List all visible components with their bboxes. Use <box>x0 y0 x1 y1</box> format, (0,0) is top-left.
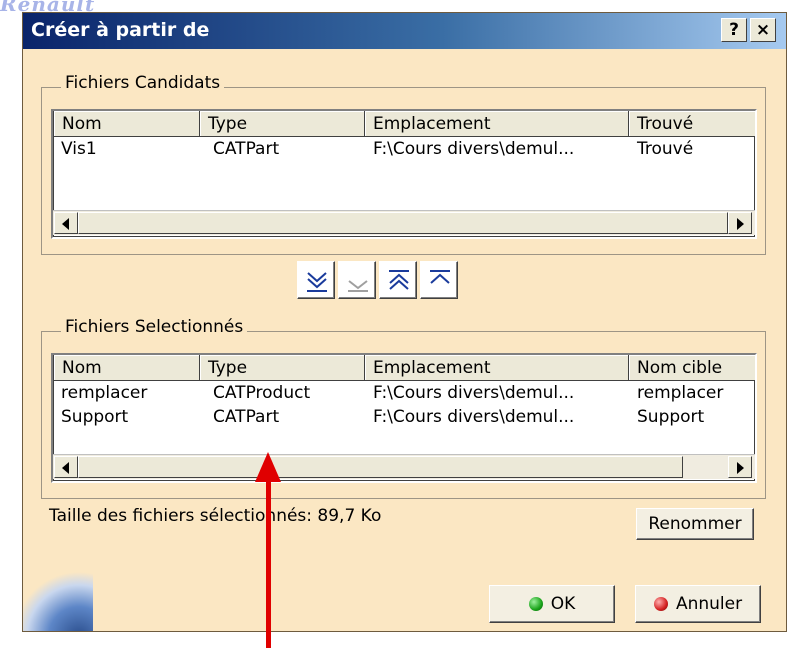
close-button[interactable]: × <box>750 18 776 42</box>
scroll-thumb[interactable] <box>78 456 683 478</box>
catia-globe-logo <box>23 571 93 631</box>
candidate-cell-name[interactable]: Vis1 <box>61 139 97 159</box>
candidates-hscrollbar[interactable] <box>53 210 755 235</box>
selected-cell-name[interactable]: Support <box>61 407 128 427</box>
deselect-button[interactable] <box>420 261 458 299</box>
annotation-arrow-shaft <box>266 478 271 648</box>
arrow-left-icon <box>62 462 69 474</box>
selected-size-label: Taille des fichiers sélectionnés: 89,7 K… <box>49 506 382 526</box>
selected-col-header[interactable]: Nom <box>54 355 200 381</box>
candidates-col-header[interactable]: Emplacement <box>365 111 629 137</box>
selected-cell-target-name[interactable]: remplacer <box>637 383 723 403</box>
candidate-cell-type[interactable]: CATPart <box>213 139 279 159</box>
ok-button-label: OK <box>550 594 576 614</box>
candidates-col-header[interactable]: Type <box>200 111 365 137</box>
selected-col-header[interactable]: Emplacement <box>365 355 629 381</box>
scroll-right-button[interactable] <box>728 456 752 478</box>
deselect-all-button[interactable] <box>379 261 417 299</box>
dialog-title: Créer à partir de <box>31 19 210 41</box>
selected-table[interactable]: Nom Type Emplacement Nom cible remplacer… <box>51 353 757 483</box>
arrow-right-icon <box>737 218 744 230</box>
candidate-cell-location[interactable]: F:\Cours divers\demul... <box>373 139 574 159</box>
selected-hscrollbar[interactable] <box>53 454 755 479</box>
ok-button[interactable]: OK <box>489 585 615 623</box>
cancel-dot-icon <box>653 597 668 611</box>
ok-dot-icon <box>528 597 543 611</box>
candidates-group-label: Fichiers Candidats <box>61 73 225 93</box>
selected-cell-type[interactable]: CATPart <box>213 407 279 427</box>
scroll-thumb[interactable] <box>78 212 728 234</box>
scroll-left-button[interactable] <box>54 456 78 478</box>
title-bar: Créer à partir de ? × <box>23 13 786 49</box>
annotation-arrow-head <box>255 452 281 482</box>
cancel-button[interactable]: Annuler <box>635 585 761 623</box>
deselect-up-icon <box>430 270 450 284</box>
selected-cell-location[interactable]: F:\Cours divers\demul... <box>373 407 574 427</box>
selected-group-label: Fichiers Selectionnés <box>61 317 248 337</box>
cancel-button-label: Annuler <box>675 594 743 614</box>
help-button[interactable]: ? <box>721 18 747 42</box>
rename-button-label: Renommer <box>648 514 742 534</box>
select-all-down-icon <box>307 272 327 292</box>
deselect-all-up-icon <box>389 270 409 290</box>
arrow-right-icon <box>737 462 744 474</box>
selected-cell-name[interactable]: remplacer <box>61 383 147 403</box>
create-from-dialog: Créer à partir de ? × Fichiers Candidats… <box>22 12 787 632</box>
scroll-left-button[interactable] <box>54 212 78 234</box>
scroll-right-button[interactable] <box>728 212 752 234</box>
candidates-col-header[interactable]: Trouvé <box>629 111 755 137</box>
select-button[interactable] <box>338 261 376 299</box>
selected-cell-type[interactable]: CATProduct <box>213 383 310 403</box>
arrow-left-icon <box>62 218 69 230</box>
selected-col-header[interactable]: Nom cible <box>629 355 755 381</box>
select-all-button[interactable] <box>297 261 335 299</box>
selected-col-header[interactable]: Type <box>200 355 365 381</box>
rename-button[interactable]: Renommer <box>636 508 754 540</box>
select-down-icon <box>348 280 368 292</box>
selected-cell-location[interactable]: F:\Cours divers\demul... <box>373 383 574 403</box>
selected-cell-target-name[interactable]: Support <box>637 407 704 427</box>
candidates-col-header[interactable]: Nom <box>54 111 200 137</box>
candidates-table[interactable]: Nom Type Emplacement Trouvé Vis1 CATPart… <box>51 109 757 239</box>
candidate-cell-found[interactable]: Trouvé <box>637 139 693 159</box>
